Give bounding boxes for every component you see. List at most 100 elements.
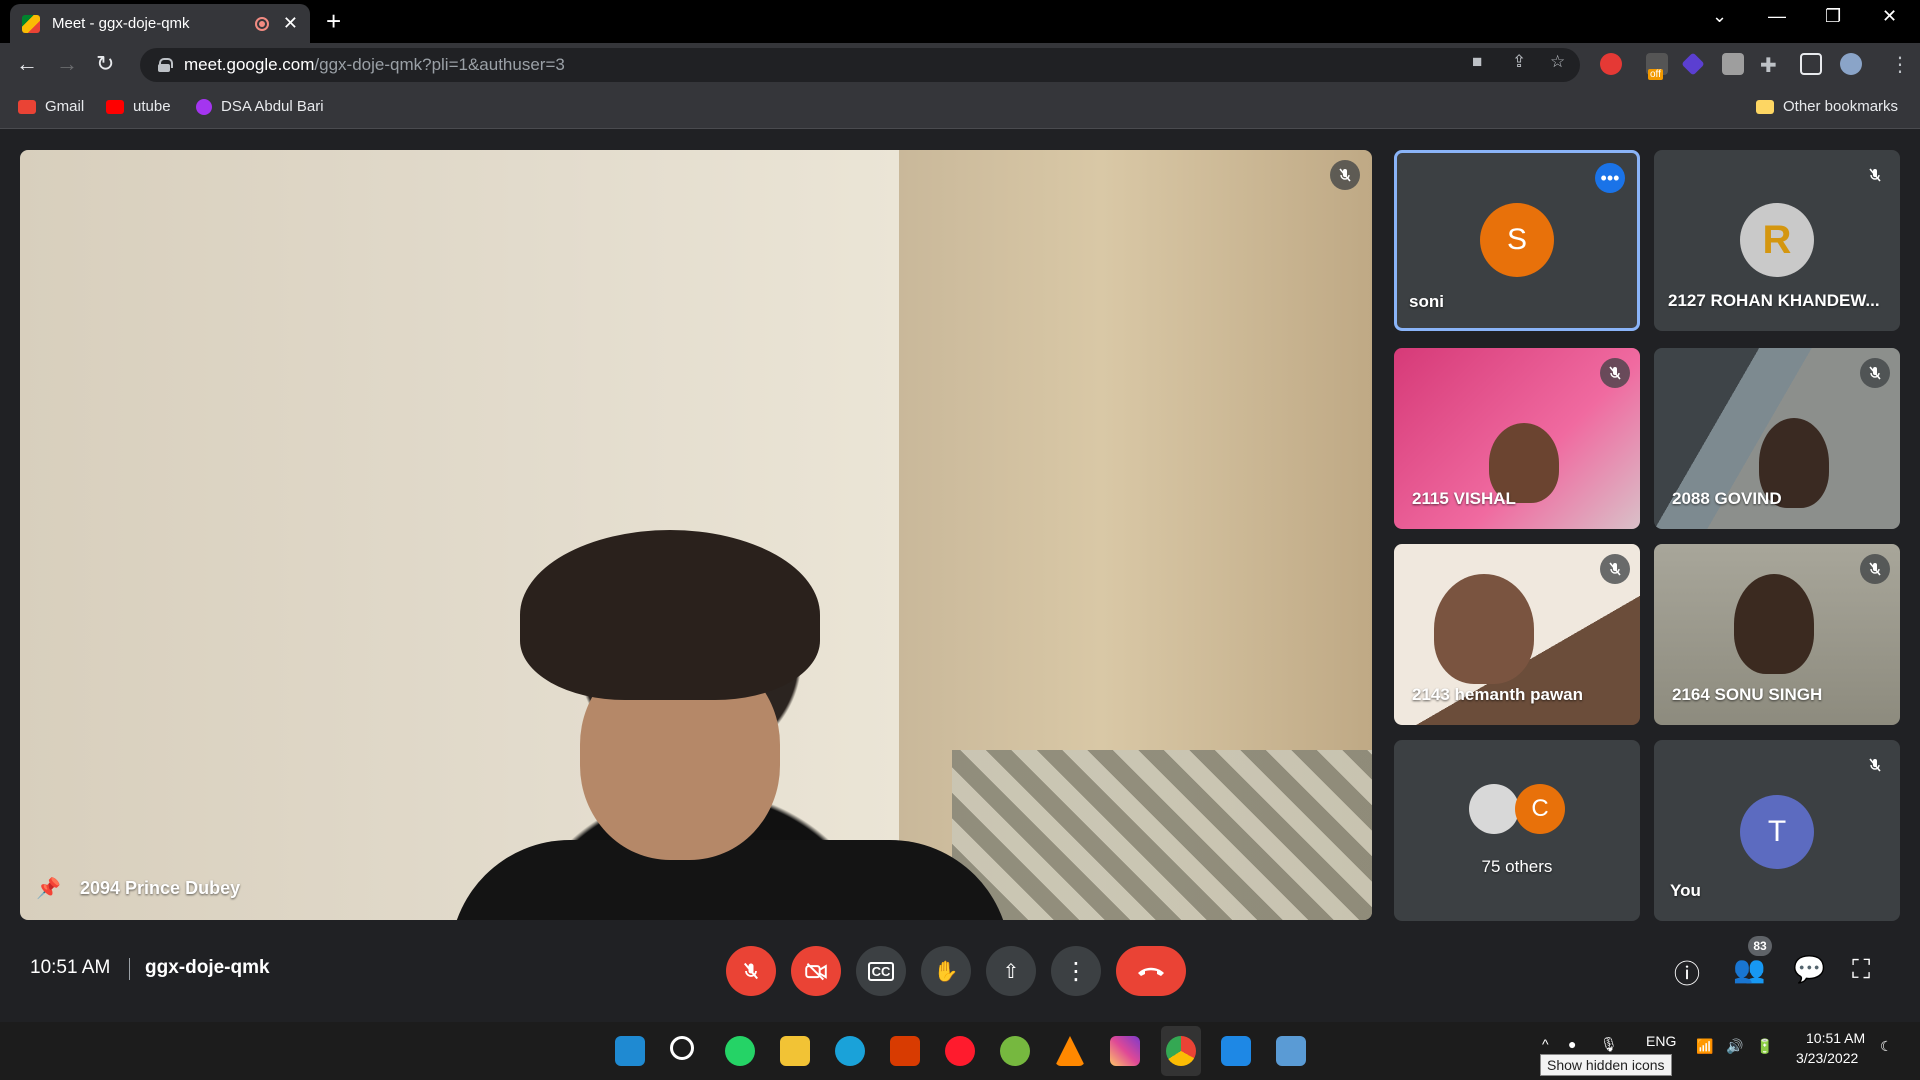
captions-button[interactable]: CC xyxy=(856,946,906,996)
wifi-icon[interactable]: 📶 xyxy=(1696,1038,1713,1055)
camera-in-use-icon[interactable]: ■ xyxy=(1472,52,1482,72)
present-screen-button[interactable]: ⇧ xyxy=(986,946,1036,996)
chrome-icon[interactable] xyxy=(1166,1036,1196,1066)
tray-mic-icon[interactable]: 🎙 xyxy=(1600,1036,1618,1053)
browser-title-bar: Meet - ggx-doje-qmk ✕ + ⌄ — ❐ ✕ xyxy=(0,0,1920,43)
video-person-hair xyxy=(520,530,820,700)
address-bar[interactable]: meet.google.com /ggx-doje-qmk?pli=1&auth… xyxy=(140,48,1580,82)
browser-menu-icon[interactable]: ⋮ xyxy=(1890,52,1910,77)
meeting-time: 10:51 AM xyxy=(30,957,111,978)
other-bookmarks[interactable]: Other bookmarks xyxy=(1756,98,1898,115)
instagram-icon[interactable] xyxy=(1110,1036,1140,1066)
tile-name: 2115 VISHAL xyxy=(1412,489,1516,508)
folder-icon xyxy=(1756,99,1774,114)
participant-tile-govind[interactable]: 2088 GOVIND xyxy=(1654,348,1900,529)
start-icon[interactable] xyxy=(615,1036,645,1066)
notifications-icon[interactable]: ☾ xyxy=(1880,1038,1893,1055)
forward-button[interactable]: → xyxy=(56,51,78,77)
edge-icon[interactable] xyxy=(835,1036,865,1066)
bookmark-label: Gmail xyxy=(45,98,85,115)
tab-search-chevron-icon[interactable]: ⌄ xyxy=(1712,6,1727,27)
participant-tile-vishal[interactable]: 2115 VISHAL xyxy=(1394,348,1640,529)
divider xyxy=(129,958,130,980)
close-window-button[interactable]: ✕ xyxy=(1882,6,1897,27)
tile-name: 2143 hemanth pawan xyxy=(1412,685,1584,704)
restore-button[interactable]: ❐ xyxy=(1825,6,1841,27)
mic-off-icon xyxy=(1330,160,1360,190)
bookmarks-bar: Gmail utube DSA Abdul Bari Other bookmar… xyxy=(0,88,1920,129)
bookmark-star-icon[interactable]: ☆ xyxy=(1550,52,1565,72)
participant-tile-sonu[interactable]: 2164 SONU SINGH xyxy=(1654,544,1900,725)
bookmark-gmail[interactable]: Gmail xyxy=(18,98,84,115)
chat-icon[interactable]: 💬 xyxy=(1793,954,1825,985)
video-person-body xyxy=(450,840,1010,920)
profile-avatar[interactable] xyxy=(1840,53,1862,75)
extension-grey-icon[interactable] xyxy=(1722,53,1744,75)
participant-tile-rohan[interactable]: R 2127 ROHAN KHANDEW... xyxy=(1654,150,1900,331)
volume-icon[interactable]: 🔊 xyxy=(1726,1038,1743,1055)
participant-tile-hemanth[interactable]: 2143 hemanth pawan xyxy=(1394,544,1640,725)
utorrent-icon[interactable] xyxy=(1000,1036,1030,1066)
extension-red-icon[interactable] xyxy=(1600,53,1622,75)
udemy-icon xyxy=(196,98,212,115)
bookmark-label: utube xyxy=(133,98,171,115)
bookmark-label: DSA Abdul Bari xyxy=(221,98,324,115)
avatar xyxy=(1469,784,1519,834)
language-indicator[interactable]: ENG xyxy=(1646,1033,1676,1049)
avatar: T xyxy=(1740,795,1814,869)
avatar: R xyxy=(1740,203,1814,277)
mic-off-icon xyxy=(1860,750,1890,780)
browser-tab-meet[interactable]: Meet - ggx-doje-qmk ✕ xyxy=(10,4,310,43)
tray-app-icon[interactable]: ● xyxy=(1568,1036,1576,1052)
other-bookmarks-label: Other bookmarks xyxy=(1783,98,1899,115)
participant-tile-soni[interactable]: S ••• soni xyxy=(1394,150,1640,331)
clock-time[interactable]: 10:51 AM xyxy=(1806,1030,1865,1046)
opera-icon[interactable] xyxy=(945,1036,975,1066)
office-icon[interactable] xyxy=(890,1036,920,1066)
tile-name: 2127 ROHAN KHANDEW... xyxy=(1668,291,1880,310)
search-icon[interactable] xyxy=(670,1036,694,1060)
more-options-button[interactable]: ⋮ xyxy=(1051,946,1101,996)
participant-tile-others[interactable]: C 75 others xyxy=(1394,740,1640,921)
more-options-icon[interactable]: ••• xyxy=(1595,163,1625,193)
side-panel-icon[interactable] xyxy=(1800,53,1822,75)
mic-toggle-button[interactable] xyxy=(726,946,776,996)
extensions-puzzle-icon[interactable]: ✚ xyxy=(1760,53,1777,78)
lock-icon[interactable] xyxy=(158,58,173,72)
file-explorer-icon[interactable] xyxy=(780,1036,810,1066)
show-hidden-icons-chevron-icon[interactable]: ^ xyxy=(1542,1036,1549,1052)
whatsapp-icon[interactable] xyxy=(725,1036,755,1066)
extension-badge: off xyxy=(1648,69,1663,80)
clock-date[interactable]: 3/23/2022 xyxy=(1796,1050,1858,1066)
raise-hand-button[interactable]: ✋ xyxy=(921,946,971,996)
bookmark-dsa-abdul-bari[interactable]: DSA Abdul Bari xyxy=(196,98,324,115)
app-l-icon[interactable] xyxy=(1221,1036,1251,1066)
close-tab-icon[interactable]: ✕ xyxy=(283,13,298,34)
new-tab-button[interactable]: + xyxy=(326,6,341,37)
meeting-code: ggx-doje-qmk xyxy=(145,957,270,978)
reload-button[interactable]: ↻ xyxy=(96,51,114,77)
others-avatars: C xyxy=(1469,784,1565,834)
share-icon[interactable]: ⇪ xyxy=(1512,52,1526,72)
camera-toggle-button[interactable] xyxy=(791,946,841,996)
recording-indicator-icon xyxy=(254,16,269,31)
minimize-button[interactable]: — xyxy=(1768,6,1786,27)
main-video-tile[interactable]: 📌 2094 Prince Dubey xyxy=(20,150,1372,920)
monitor-app-icon[interactable] xyxy=(1276,1036,1306,1066)
mic-off-icon xyxy=(1600,554,1630,584)
activities-icon[interactable]: ⛶ xyxy=(1852,954,1870,986)
bookmark-utube[interactable]: utube xyxy=(106,98,171,115)
vlc-icon[interactable] xyxy=(1055,1036,1085,1066)
battery-icon[interactable]: 🔋 xyxy=(1756,1038,1773,1055)
tile-name: 75 others xyxy=(1481,857,1553,876)
people-icon[interactable]: 👥 xyxy=(1733,954,1765,985)
leave-call-button[interactable] xyxy=(1116,946,1186,996)
video-background xyxy=(952,750,1372,920)
mic-off-icon xyxy=(1860,358,1890,388)
back-button[interactable]: ← xyxy=(16,51,38,77)
browser-toolbar: ← → ↻ meet.google.com /ggx-doje-qmk?pli=… xyxy=(0,43,1920,88)
main-tile-name: 2094 Prince Dubey xyxy=(80,878,241,898)
meeting-details-icon[interactable]: ⓘ xyxy=(1674,954,1700,991)
participant-tile-you[interactable]: T You xyxy=(1654,740,1900,921)
pin-icon[interactable]: 📌 xyxy=(36,876,61,901)
